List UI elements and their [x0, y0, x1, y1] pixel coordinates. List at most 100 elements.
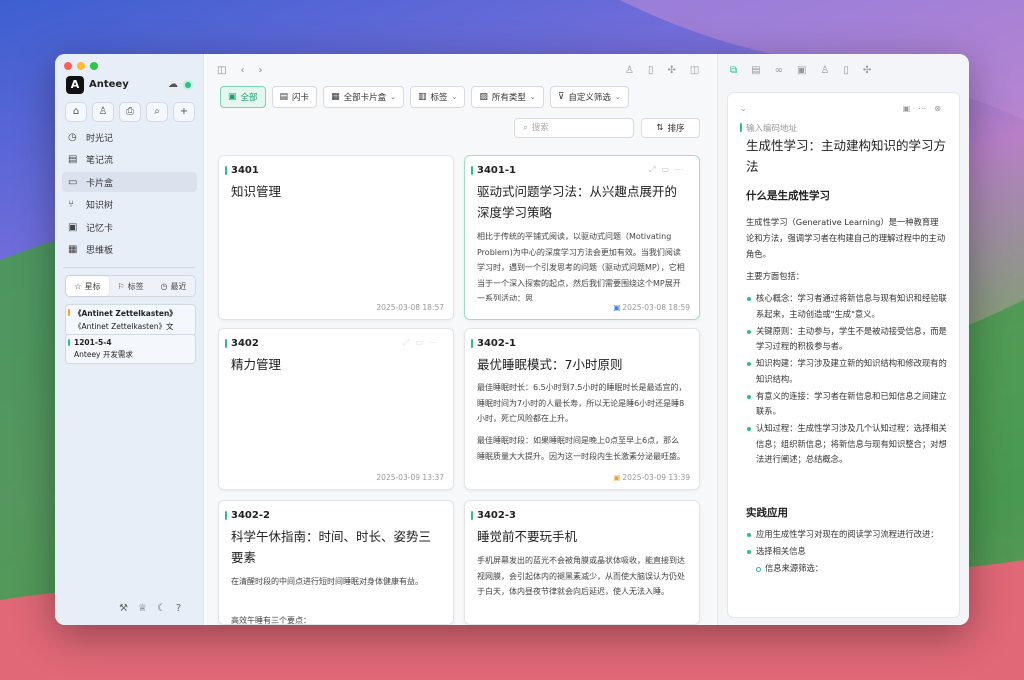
card[interactable]: 3401-1 ⤢▭⋯ 驱动式问题学习法：从兴趣点展开的深度学习策略 相比于传统的… — [464, 155, 700, 320]
back-icon[interactable]: ‹ — [240, 65, 244, 76]
layout-icon[interactable]: ◫ — [690, 65, 699, 76]
filter-label: 全部 — [240, 93, 258, 103]
help-icon[interactable]: ? — [176, 603, 181, 614]
filter-type-dropdown[interactable]: ▨ 所有类型 ⌄ — [471, 86, 544, 108]
card-id: 3401-1 — [471, 165, 516, 176]
more-icon[interactable]: ⋯ — [675, 165, 689, 174]
copy-icon[interactable]: ▭ — [661, 165, 675, 174]
grid-icon: ▦ — [331, 92, 340, 102]
starred-item[interactable]: 1201-5-4 Anteey 开发需求 — [65, 334, 196, 364]
card[interactable]: 3402-1 最优睡眠模式：7小时原则 最佳睡眠时长：6.5小时到7.5小时的睡… — [464, 328, 700, 490]
minimize-window-button[interactable] — [77, 62, 85, 70]
card[interactable]: 3402 ⤢▭⋯ 精力管理 2025-03-09 13:37 — [218, 328, 454, 490]
tab-starred[interactable]: ☆ 星标 — [66, 276, 109, 296]
list-item: 核心概念：学习者通过将新信息与现有知识和经验联系起来，主动创造或"生成"意义。 — [746, 291, 950, 322]
export-icon[interactable]: ▣ — [797, 65, 806, 76]
card-body: 高效午睡有三个要点： — [231, 616, 311, 625]
app-window: A Anteey ☁ ⌂ ♙ ⎙ ⌕ + ◷ 时光记 ▤ 笔记流 ▭ 卡片盒 ⑂ 知识树… — [55, 54, 969, 625]
detail-toolbar: ⧉ ▤ ∞ ▣ ♙ ▯ ✣ — [730, 65, 871, 76]
more-icon[interactable]: ⋯ — [429, 338, 443, 347]
sort-button[interactable]: ⇅ 排序 — [641, 118, 700, 138]
starred-item-title: 1201-5-4 — [74, 338, 112, 347]
sort-icon: ⇅ — [656, 123, 664, 133]
tag-icon: ▥ — [417, 92, 427, 102]
chevron-down-icon: ⌄ — [529, 93, 536, 101]
copy-icon[interactable]: ▭ — [415, 338, 429, 347]
more-icon[interactable]: ⋯ — [918, 104, 934, 113]
quick-actions: ⌂ ♙ ⎙ ⌕ + — [65, 102, 195, 122]
type-icon: ▨ — [479, 92, 488, 102]
calendar-icon: ▣ — [613, 473, 621, 482]
network-icon[interactable]: ✣ — [863, 65, 871, 76]
detail-pane: ⧉ ▤ ∞ ▣ ♙ ▯ ✣ ⌄ ▣⋯⊗ 输入编码地址 生成性学习：主动建构知识的… — [717, 54, 969, 625]
note-title[interactable]: 生成性学习：主动建构知识的学习方法 — [746, 135, 946, 177]
tab-tags[interactable]: ⚐ 标签 — [109, 276, 152, 296]
card[interactable]: 3401 知识管理 2025-03-08 18:57 — [218, 155, 454, 320]
memory-card-icon: ▣ — [68, 221, 78, 233]
sidebar-item-knowledge-tree[interactable]: ⑂ 知识树 — [62, 195, 197, 215]
clipboard-icon[interactable]: ▯ — [648, 65, 654, 76]
card-body: 在清醒时段的中间点进行短时间睡眠对身体健康有益。 — [231, 577, 423, 586]
robot-icon[interactable]: ♙ — [820, 65, 829, 76]
toolbox-icon[interactable]: ⚒ — [119, 603, 128, 614]
clock-icon: ◷ — [68, 131, 77, 143]
starred-item[interactable]: 《Antinet Zettelkasten》 《Antinet Zettelka… — [65, 304, 196, 336]
sidebar-item-notes[interactable]: ▤ 笔记流 — [62, 150, 197, 170]
clipboard-icon[interactable]: ▯ — [843, 65, 849, 76]
paragraph: 主要方面包括： — [746, 271, 805, 281]
card-id: 3402-3 — [471, 510, 516, 521]
add-icon[interactable]: + — [173, 102, 195, 122]
card[interactable]: 3402-3 睡觉前不要玩手机 手机屏幕发出的蓝光不会被角膜或晶状体吸收，能直接… — [464, 500, 700, 625]
card[interactable]: 3402-2 科学午休指南：时间、时长、姿势三要素 在清醒时段的中间点进行短时间… — [218, 500, 454, 625]
sidebar-item-memory-cards[interactable]: ▣ 记忆卡 — [62, 217, 197, 237]
tab-recent[interactable]: ◷ 最近 — [152, 276, 195, 296]
save-icon[interactable]: ▣ — [903, 104, 919, 113]
sidebar-item-card-box[interactable]: ▭ 卡片盒 — [62, 172, 197, 192]
close-icon[interactable]: ⊗ — [934, 104, 949, 113]
filter-all-button[interactable]: ▣ 全部 — [220, 86, 266, 108]
chevron-down-icon[interactable]: ⌄ — [740, 104, 747, 113]
flashcard-icon: ▣ — [613, 303, 621, 312]
card-id: 3401 — [225, 165, 259, 176]
close-window-button[interactable] — [64, 62, 72, 70]
sidebar-item-timeline[interactable]: ◷ 时光记 — [62, 127, 197, 147]
filter-custom-dropdown[interactable]: ⊽ 自定义筛选 ⌄ — [549, 86, 629, 108]
address-input[interactable]: 输入编码地址 — [739, 122, 797, 134]
robot-icon[interactable]: ♙ — [625, 65, 634, 76]
funnel-icon: ⊽ — [557, 92, 565, 102]
search-placeholder: 搜索 — [531, 123, 549, 133]
window-controls — [64, 62, 98, 70]
search-icon: ⌕ — [523, 123, 528, 133]
list-item: 信息来源筛选： — [746, 561, 950, 577]
link-icon[interactable]: ∞ — [775, 65, 783, 76]
network-icon[interactable]: ✣ — [667, 65, 675, 76]
filter-box-dropdown[interactable]: ▦ 全部卡片盒 ⌄ — [323, 86, 404, 108]
forward-icon[interactable]: › — [258, 65, 262, 76]
card-body: 最佳睡眠时长：6.5小时到7.5小时的睡眠时长是最适宜的，睡眠时间为7小时的人最… — [477, 383, 687, 423]
theme-icon[interactable]: ♕ — [138, 603, 147, 614]
expand-icon[interactable]: ⤢ — [649, 165, 661, 174]
home-icon[interactable]: ⌂ — [65, 102, 87, 122]
card-date: 2025-03-09 13:37 — [376, 473, 444, 482]
zoom-window-button[interactable] — [90, 62, 98, 70]
section-heading: 实践应用 — [746, 507, 788, 519]
sidebar-item-mindmap[interactable]: ▦ 思维板 — [62, 240, 197, 260]
print-icon[interactable]: ⎙ — [119, 102, 141, 122]
cloud-sync-icon[interactable]: ☁ — [168, 79, 178, 90]
app-name[interactable]: Anteey — [89, 79, 129, 90]
card-date: 2025-03-08 18:59 — [622, 303, 690, 312]
filter-flash-button[interactable]: ▤ 闪卡 — [271, 86, 318, 108]
search-icon[interactable]: ⌕ — [146, 102, 168, 122]
card-title: 知识管理 — [231, 184, 282, 199]
expand-icon[interactable]: ⤢ — [403, 338, 415, 347]
filter-tags-dropdown[interactable]: ▥ 标签 ⌄ — [409, 86, 466, 108]
bullet-list: 核心概念：学习者通过将新信息与现有知识和经验联系起来，主动创造或"生成"意义。 … — [746, 291, 950, 469]
sidebar-item-label: 卡片盒 — [86, 178, 114, 189]
document-icon[interactable]: ▤ — [751, 65, 760, 76]
robot-icon[interactable]: ♙ — [92, 102, 114, 122]
toggle-sidebar-icon[interactable]: ◫ — [217, 65, 226, 76]
split-view-icon[interactable]: ⧉ — [730, 65, 737, 76]
moon-icon[interactable]: ☾ — [157, 603, 166, 614]
filter-label: 标签 — [430, 93, 448, 103]
search-input[interactable]: ⌕ 搜索 — [514, 118, 634, 138]
